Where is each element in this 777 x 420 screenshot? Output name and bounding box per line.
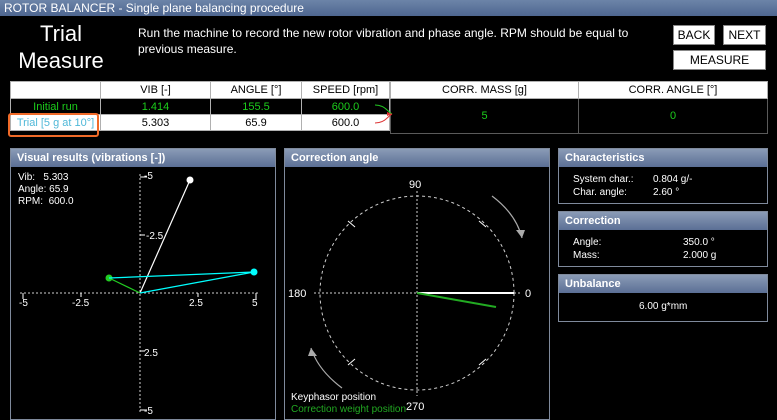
correction-table-header: CORR. MASS [g] CORR. ANGLE [°]	[390, 81, 768, 99]
window-title-bar: ROTOR BALANCER - Single plane balancing …	[0, 0, 777, 16]
column-header: SPEED [rpm]	[301, 81, 390, 99]
page-title-line2: Measure	[18, 48, 104, 73]
column-header: CORR. ANGLE [°]	[578, 81, 768, 99]
legend-keyphasor: Keyphasor position	[291, 392, 376, 403]
corr-angle-cell: 0	[578, 98, 768, 134]
window-title: ROTOR BALANCER - Single plane balancing …	[4, 1, 304, 15]
difference-vector-a	[108, 271, 255, 279]
y-tick-label: -2.5	[146, 231, 164, 242]
rotation-arrow-bottom-head	[308, 348, 317, 356]
column-header	[10, 81, 101, 99]
row-connector-arrows	[374, 104, 393, 124]
dial-label-90: 90	[409, 179, 421, 191]
y-tick-label: -5	[144, 406, 153, 417]
characteristics-panel: Characteristics System char.: 0.804 g/- …	[558, 148, 768, 204]
vib-cell: 1.414	[100, 98, 211, 115]
x-tick-label: -2.5	[72, 298, 90, 309]
correction-title: Correction	[559, 212, 767, 230]
rotation-arrow-top-head	[516, 230, 525, 238]
dial-label-180: 180	[288, 288, 306, 300]
vibration-plot: -5 -2.5 2.5 -5 -5 -2.5 2.5 5	[19, 171, 260, 417]
system-char-label: System char.:	[573, 174, 634, 185]
measure-table-header: VIB [-] ANGLE [°] SPEED [rpm]	[10, 81, 390, 99]
correction-mass-label: Mass:	[573, 250, 600, 261]
next-button[interactable]: NEXT	[723, 25, 766, 45]
x-tick-label: 5	[252, 298, 258, 309]
angle-cell: 65.9	[210, 114, 302, 131]
column-header: VIB [-]	[100, 81, 211, 99]
difference-vector-b	[139, 271, 255, 294]
column-header: ANGLE [°]	[210, 81, 302, 99]
back-button[interactable]: BACK	[673, 25, 715, 45]
characteristics-title: Characteristics	[559, 149, 767, 167]
unbalance-value: 6.00 g*mm	[639, 301, 688, 312]
instructions-text: Run the machine to record the new rotor …	[138, 26, 629, 56]
rotation-arrow-bottom	[310, 347, 343, 389]
initial-vector	[108, 277, 141, 294]
correction-weight-line	[416, 292, 497, 308]
system-char-value: 0.804 g/-	[653, 174, 693, 185]
trial-point	[186, 176, 194, 184]
correction-mass-value: 2.000 g	[683, 250, 717, 261]
measure-button[interactable]: MEASURE	[673, 50, 766, 70]
corr-mass-cell: 5	[390, 98, 579, 134]
page-title-line1: Trial	[40, 21, 82, 46]
dial-label-270: 270	[406, 401, 424, 413]
x-tick-label: 2.5	[189, 298, 203, 309]
page-title: Trial Measure	[6, 20, 116, 74]
legend-weight: Correction weight position	[291, 404, 406, 415]
y-tick-label: 2.5	[144, 348, 158, 359]
vib-cell: 5.303	[100, 114, 211, 131]
correction-angle-dial: 90 0 270 180 Keyphasor position Correcti…	[288, 179, 531, 415]
column-header: CORR. MASS [g]	[390, 81, 579, 99]
correction-panel: Correction Angle: 350.0 ° Mass: 2.000 g	[558, 211, 768, 267]
correction-angle-value: 350.0 °	[683, 237, 715, 248]
correction-table: CORR. MASS [g] CORR. ANGLE [°] 5 0	[390, 81, 768, 134]
char-angle-value: 2.60 °	[653, 187, 680, 198]
x-tick-label: -5	[19, 298, 28, 309]
correction-angle-label: Angle:	[573, 237, 602, 248]
dial-label-0: 0	[525, 288, 531, 300]
correction-angle-title: Correction angle	[285, 149, 549, 167]
table-row: 5 0	[390, 98, 768, 134]
unbalance-title: Unbalance	[559, 275, 767, 293]
angle-cell: 155.5	[210, 98, 302, 115]
unbalance-panel: Unbalance 6.00 g*mm	[558, 274, 768, 322]
y-tick-label: -5	[144, 171, 153, 182]
trial-row-highlight	[8, 113, 99, 137]
char-angle-label: Char. angle:	[573, 187, 627, 198]
difference-point	[250, 268, 258, 276]
visual-results-title: Visual results (vibrations [-])	[11, 149, 275, 167]
